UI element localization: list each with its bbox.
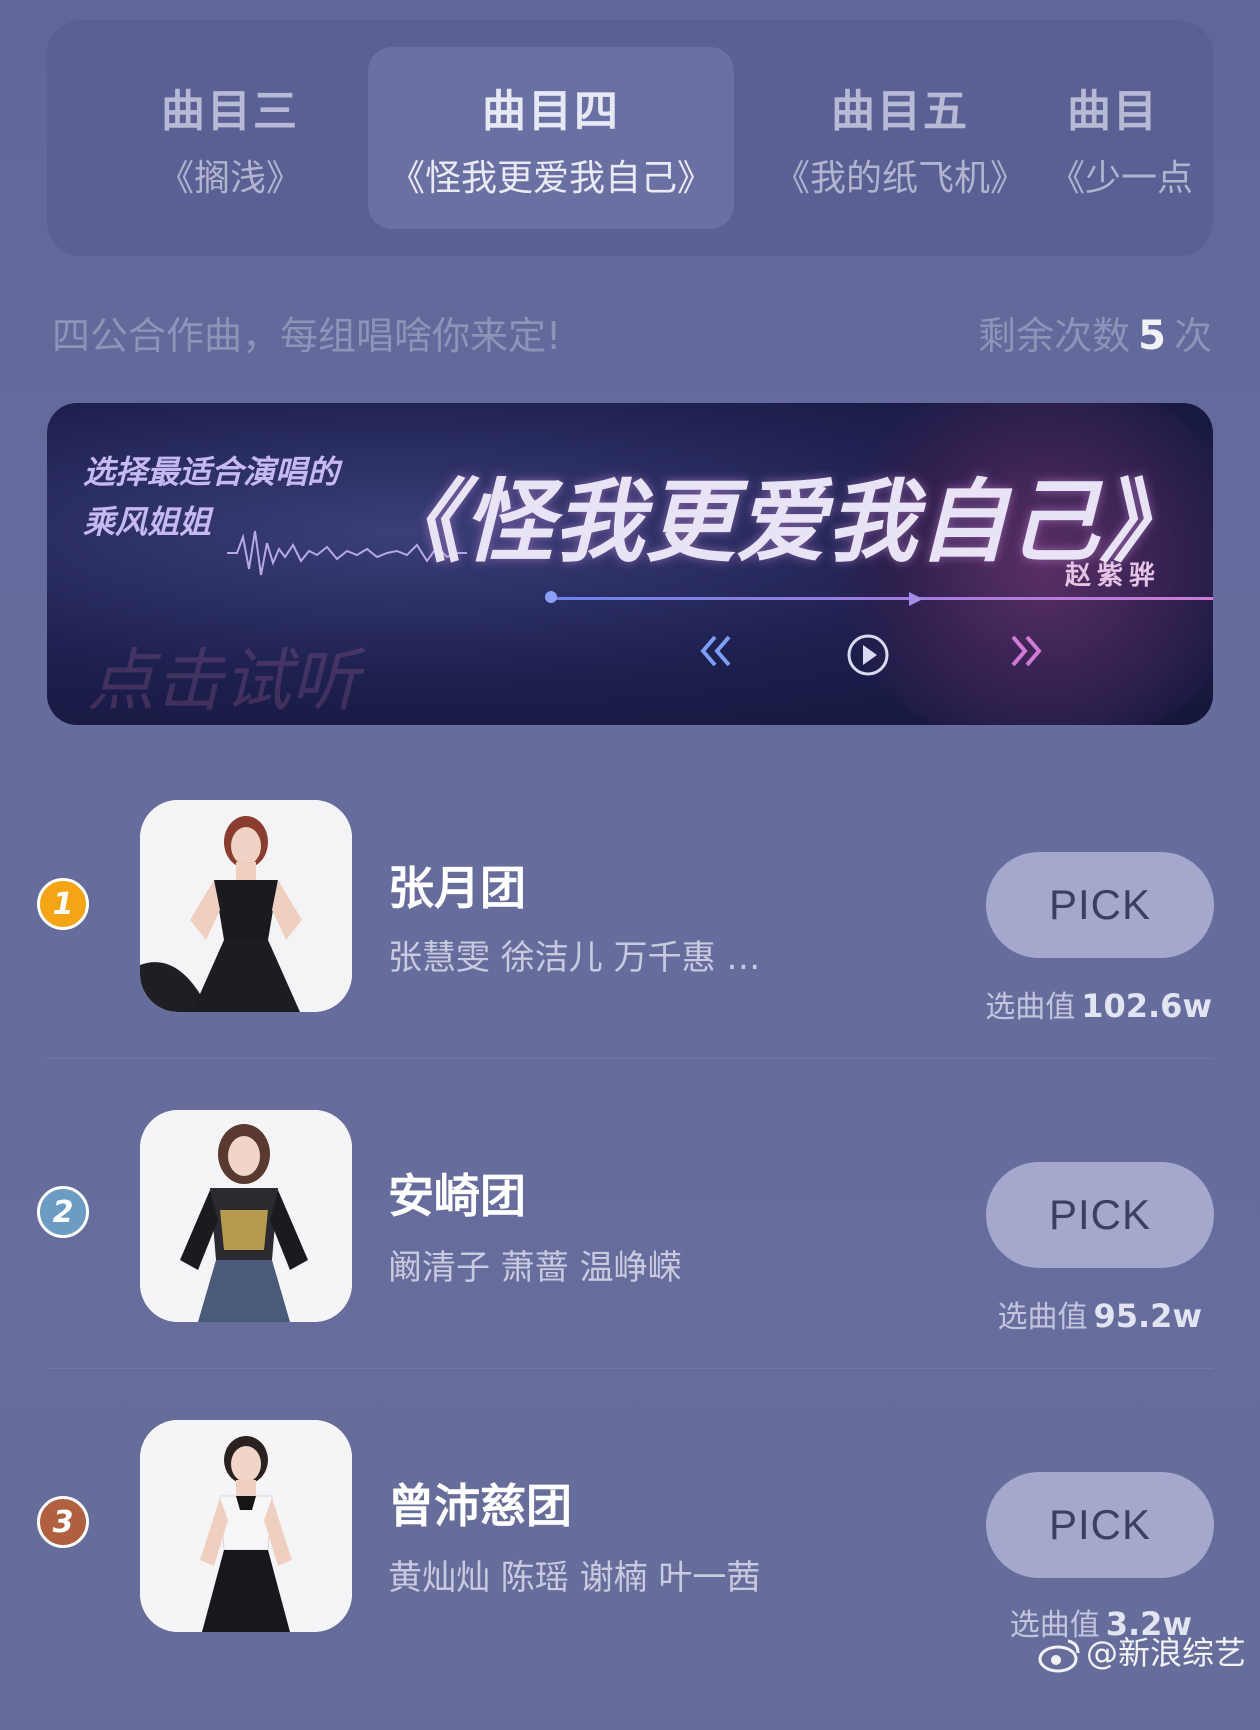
play-button[interactable] bbox=[846, 633, 890, 681]
progress-arrow-icon bbox=[909, 592, 923, 606]
group-name: 安崎团 bbox=[388, 1169, 526, 1223]
info-row: 四公合作曲，每组唱啥你来定! 剩余次数 5 次 bbox=[52, 305, 1212, 365]
next-button[interactable] bbox=[1009, 633, 1043, 673]
score-value: 95.2w bbox=[1093, 1297, 1202, 1335]
rank-badge: 1 bbox=[37, 878, 89, 930]
tab-title: 曲目四 bbox=[482, 86, 620, 137]
avatar-portrait bbox=[140, 1110, 352, 1322]
row-divider bbox=[47, 1058, 1213, 1059]
banner-artist: 赵紫骅 bbox=[1064, 561, 1161, 591]
song-tabs: 曲目三 《搁浅》 曲目四 《怪我更爱我自己》 曲目五 《我的纸飞机》 曲目 《少… bbox=[47, 20, 1213, 256]
tab-song-6[interactable]: 曲目 《少一点 bbox=[1041, 47, 1213, 229]
page-background: 曲目三 《搁浅》 曲目四 《怪我更爱我自己》 曲目五 《我的纸飞机》 曲目 《少… bbox=[0, 0, 1260, 1680]
song-preview-banner[interactable]: 选择最适合演唱的 乘风姐姐 点击试听 《怪我更爱我自己》 赵紫骅 bbox=[47, 403, 1213, 725]
pick-score: 选曲值 95.2w bbox=[997, 1292, 1202, 1336]
rank-badge: 3 bbox=[37, 1496, 89, 1548]
play-icon bbox=[847, 634, 889, 676]
avatar-portrait bbox=[140, 1420, 352, 1632]
pick-button[interactable]: PICK bbox=[986, 1162, 1214, 1268]
group-members: 黄灿灿 陈瑶 谢楠 叶一茜 bbox=[388, 1558, 761, 1598]
group-members: 阚清子 萧蔷 温峥嵘 bbox=[388, 1248, 682, 1288]
score-label: 选曲值 bbox=[985, 990, 1076, 1025]
remaining-suffix: 次 bbox=[1173, 314, 1212, 358]
avatar bbox=[140, 800, 352, 1012]
tab-song-name: 《我的纸飞机》 bbox=[773, 158, 1026, 199]
prev-button[interactable] bbox=[699, 633, 733, 673]
pick-score: 选曲值 102.6w bbox=[985, 982, 1212, 1026]
tab-song-name: 《搁浅》 bbox=[157, 158, 302, 199]
tab-song-name: 《少一点 bbox=[1049, 158, 1194, 199]
banner-tag-line1: 选择最适合演唱的 bbox=[83, 453, 340, 491]
remaining-count: 剩余次数 5 次 bbox=[978, 305, 1212, 360]
group-members: 张慧雯 徐洁儿 万千惠 … bbox=[388, 938, 761, 978]
progress-track[interactable] bbox=[550, 597, 1213, 600]
pick-button[interactable]: PICK bbox=[986, 852, 1214, 958]
group-name: 曾沛慈团 bbox=[388, 1479, 572, 1533]
rank-badge: 2 bbox=[37, 1186, 89, 1238]
group-row-3: 3 曾沛慈团 黄灿灿 陈瑶 谢楠 叶一茜 PICK 选曲值 3.2w bbox=[0, 1420, 1260, 1730]
avatar bbox=[140, 1110, 352, 1322]
progress-start-dot bbox=[545, 591, 557, 603]
score-label: 选曲值 bbox=[997, 1300, 1088, 1335]
subtitle: 四公合作曲，每组唱啥你来定! bbox=[52, 314, 562, 358]
avatar bbox=[140, 1420, 352, 1632]
group-row-2: 2 安崎团 阚清子 萧蔷 温峥嵘 PICK 选曲值 95.2w bbox=[0, 1110, 1260, 1420]
weibo-logo-icon bbox=[1038, 1639, 1080, 1673]
listen-hint: 点击试听 bbox=[87, 642, 360, 721]
pick-button[interactable]: PICK bbox=[986, 1472, 1214, 1578]
tab-song-4[interactable]: 曲目四 《怪我更爱我自己》 bbox=[368, 47, 734, 229]
tab-title: 曲目三 bbox=[161, 86, 299, 137]
remaining-prefix: 剩余次数 bbox=[978, 314, 1131, 358]
tab-song-name: 《怪我更爱我自己》 bbox=[388, 158, 713, 199]
group-row-1: 1 张月团 张慧雯 徐洁儿 万千惠 … PICK 选曲值 102.6w bbox=[0, 800, 1260, 1110]
remaining-number: 5 bbox=[1138, 313, 1166, 359]
prev-icon bbox=[700, 635, 731, 667]
tab-song-5[interactable]: 曲目五 《我的纸飞机》 bbox=[717, 47, 1083, 229]
watermark: @新浪综艺 bbox=[1038, 1628, 1246, 1674]
tab-song-3[interactable]: 曲目三 《搁浅》 bbox=[47, 47, 413, 229]
next-icon bbox=[1011, 635, 1042, 667]
row-divider bbox=[47, 1368, 1213, 1369]
group-name: 张月团 bbox=[388, 861, 526, 915]
avatar-portrait bbox=[140, 800, 352, 1012]
score-value: 102.6w bbox=[1081, 987, 1212, 1025]
tab-title: 曲目 bbox=[1067, 86, 1159, 137]
watermark-text: @新浪综艺 bbox=[1085, 1634, 1246, 1672]
tab-title: 曲目五 bbox=[831, 86, 969, 137]
